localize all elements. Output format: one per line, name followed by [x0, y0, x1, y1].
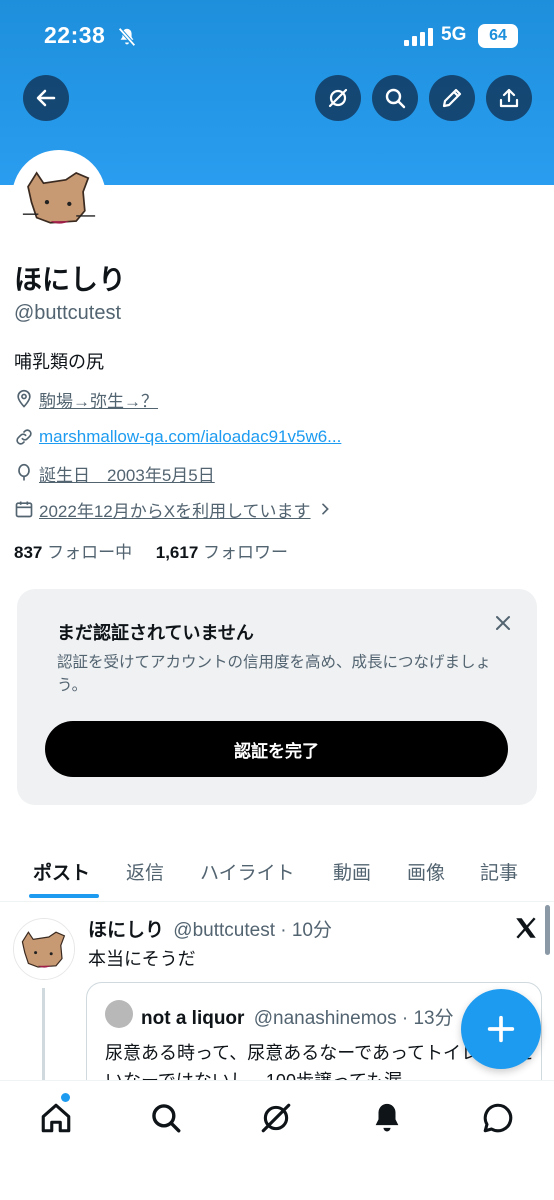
following-link[interactable]: 837 フォロー中: [14, 543, 132, 562]
complete-verification-button[interactable]: 認証を完了: [45, 721, 508, 777]
grok-button[interactable]: [315, 75, 361, 121]
joined-text[interactable]: 2022年12月からXを利用しています: [39, 497, 311, 522]
profile-name: ほにしり: [14, 264, 127, 295]
nav-messages[interactable]: [481, 1101, 515, 1135]
status-bar: 22:38 5G 64: [0, 22, 554, 52]
profile-website[interactable]: marshmallow-qa.com/ialoadac91v5w6...: [14, 424, 341, 450]
tab-replies[interactable]: 返信: [126, 858, 164, 885]
post-author-handle[interactable]: @buttcutest: [173, 920, 275, 941]
profile-birthday: 誕生日 2003年5月5日: [14, 460, 215, 486]
profile-bio: 哺乳類の尻: [14, 352, 104, 372]
verification-card: まだ認証されていません 認証を受けてアカウントの信用度を高め、成長につなげましょ…: [17, 589, 537, 805]
birthday-text: 誕生日 2003年5月5日: [39, 465, 215, 485]
tab-posts[interactable]: ポスト: [33, 858, 90, 885]
followers-link[interactable]: 1,617 フォロワー: [156, 543, 288, 562]
quoted-avatar: [105, 1000, 133, 1028]
calendar-icon: [15, 501, 33, 518]
dog-avatar-icon: [16, 154, 102, 240]
nav-grok[interactable]: [259, 1101, 293, 1135]
quoted-author-handle: @nanashinemos: [253, 1008, 397, 1029]
home-notification-dot: [61, 1093, 70, 1102]
post-header: ほにしり @buttcutest · 10分: [88, 915, 332, 942]
plus-icon: [487, 1015, 515, 1043]
grok-icon: [328, 88, 348, 108]
search-icon: [385, 88, 406, 109]
bottom-navigation: [0, 1080, 554, 1200]
profile-location[interactable]: 駒場→弥生→？: [14, 386, 158, 412]
arrow-left-icon: [36, 89, 56, 107]
post-author-name[interactable]: ほにしり: [88, 920, 164, 941]
post-text: 本当にそうだ: [88, 949, 196, 969]
silent-bell-icon: [118, 27, 136, 47]
search-icon: [152, 1104, 181, 1133]
follow-counts: 837 フォロー中 1,617 フォロワー: [14, 538, 288, 563]
pencil-icon: [442, 88, 462, 108]
battery-indicator: 64: [478, 24, 518, 48]
verification-description: 認証を受けてアカウントの信用度を高め、成長につなげましょう。: [57, 654, 492, 694]
status-time: 22:38: [44, 22, 106, 48]
share-icon: [499, 88, 519, 108]
messages-icon: [483, 1103, 513, 1133]
post-avatar[interactable]: [13, 918, 75, 980]
profile-handle: @buttcutest: [14, 302, 122, 324]
edit-profile-button[interactable]: [429, 75, 475, 121]
profile-joined[interactable]: 2022年12月からXを利用しています: [14, 496, 338, 522]
close-icon[interactable]: [491, 611, 515, 635]
grok-icon: [261, 1103, 291, 1133]
following-count: 837: [14, 543, 43, 562]
active-tab-indicator: [29, 894, 99, 898]
home-icon: [41, 1103, 71, 1133]
back-button[interactable]: [23, 75, 69, 121]
thread-line: [42, 988, 45, 1088]
scrollbar[interactable]: [545, 905, 550, 955]
post-time: · 10分: [280, 920, 332, 941]
followers-count: 1,617: [155, 543, 199, 562]
followers-label: フォロワー: [203, 543, 289, 562]
share-button[interactable]: [486, 75, 532, 121]
compose-post-button[interactable]: [461, 989, 541, 1069]
network-type: 5G: [441, 24, 467, 45]
x-logo-icon: [516, 917, 536, 939]
tab-videos[interactable]: 動画: [333, 858, 371, 885]
location-text[interactable]: 駒場→弥生→？: [39, 387, 158, 412]
location-pin-icon: [17, 389, 31, 408]
search-button[interactable]: [372, 75, 418, 121]
tab-highlights[interactable]: ハイライト: [200, 858, 295, 885]
verification-title: まだ認証されていません: [57, 623, 254, 643]
website-link[interactable]: marshmallow-qa.com/ialoadac91v5w6...: [39, 427, 341, 447]
chevron-right-icon: [321, 503, 329, 515]
quoted-header: not a liquor @nanashinemos · 13分: [141, 1003, 454, 1030]
profile-tabs: ポスト 返信 ハイライト 動画 画像 記事: [0, 848, 554, 902]
following-label: フォロー中: [47, 543, 133, 562]
quoted-time: · 13分: [401, 1008, 454, 1029]
balloon-icon: [18, 463, 30, 481]
quoted-author-name: not a liquor: [141, 1008, 245, 1029]
notifications-icon: [375, 1103, 399, 1132]
nav-notifications[interactable]: [370, 1101, 404, 1135]
tab-images[interactable]: 画像: [407, 858, 445, 885]
signal-icon: [404, 28, 433, 46]
link-icon: [16, 429, 32, 445]
tab-articles[interactable]: 記事: [480, 858, 518, 885]
nav-search[interactable]: [149, 1101, 183, 1135]
nav-home[interactable]: [39, 1101, 73, 1135]
profile-avatar[interactable]: [12, 150, 106, 244]
dog-avatar-icon: [14, 919, 74, 979]
